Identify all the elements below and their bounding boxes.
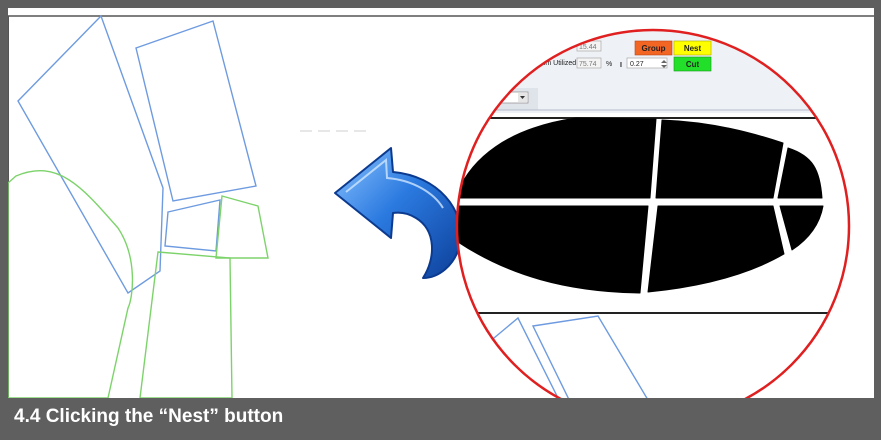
- spacing-icon: I: [620, 62, 622, 69]
- group-button-label: Group: [642, 44, 666, 53]
- film-piece-outline[interactable]: [215, 195, 269, 259]
- film-piece-outline[interactable]: [164, 199, 221, 252]
- curved-back-arrow-icon: [334, 147, 462, 279]
- nest-button-label: Nest: [684, 44, 702, 53]
- film-utilized-value: 75.74: [579, 61, 597, 68]
- film-piece-outline[interactable]: [135, 20, 257, 202]
- film-utilized-unit: %: [606, 61, 612, 68]
- cut-button-label: Cut: [686, 60, 700, 69]
- sq-ft-usage-value: 15.44: [579, 44, 597, 51]
- figure-frame: Q Ft Usage 15.44 Film Utilized 75.74 % I…: [0, 0, 881, 440]
- film-piece-outline[interactable]: [8, 170, 134, 398]
- film-piece-outline[interactable]: [139, 251, 233, 398]
- pattern-dropdown[interactable]: [448, 91, 529, 104]
- nesting-canvas[interactable]: Q Ft Usage 15.44 Film Utilized 75.74 % I…: [8, 8, 874, 398]
- figure-caption: 4.4 Clicking the “Nest” button: [8, 398, 874, 436]
- spacing-value: 0.27: [630, 61, 644, 68]
- film-piece-outline[interactable]: [17, 14, 164, 295]
